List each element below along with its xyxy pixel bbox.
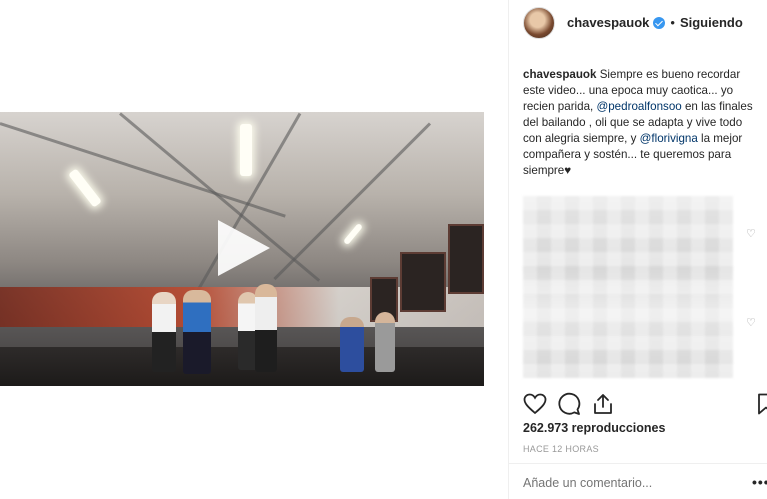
following-button[interactable]: Siguiendo xyxy=(680,15,743,30)
mention-link[interactable]: @florivigna xyxy=(640,132,698,145)
separator-dot: • xyxy=(670,15,675,30)
dancer-figure xyxy=(152,292,176,372)
heart-icon[interactable] xyxy=(523,392,547,416)
post-sidebar: chavespauok • Siguiendo chavespauok Siem… xyxy=(508,0,767,499)
post-actions xyxy=(523,392,767,418)
bookmark-icon[interactable] xyxy=(754,392,767,416)
post-timestamp[interactable]: HACE 12 HORAS xyxy=(523,444,599,454)
share-icon[interactable] xyxy=(591,392,615,416)
ceiling-light xyxy=(68,168,102,208)
caption-username-link[interactable]: chavespauok xyxy=(523,68,596,81)
play-icon[interactable] xyxy=(218,220,270,276)
post-header: chavespauok • Siguiendo xyxy=(509,0,767,45)
more-options-icon[interactable]: ••• xyxy=(752,475,767,489)
comment-like-icon[interactable]: ♡ xyxy=(746,318,756,329)
bystander-figure xyxy=(375,312,395,372)
mention-link[interactable]: @pedroalfonsoo xyxy=(596,100,681,113)
post-caption: chavespauok Siempre es bueno recordar es… xyxy=(523,67,759,179)
dancer-figure xyxy=(183,290,211,374)
avatar[interactable] xyxy=(523,6,555,39)
wall-banner xyxy=(448,224,484,294)
post-media-area xyxy=(0,0,508,499)
username-link[interactable]: chavespauok xyxy=(567,15,649,30)
bystander-figure xyxy=(340,317,364,372)
blurred-comments xyxy=(523,196,733,378)
comment-input[interactable] xyxy=(523,476,703,490)
ceiling-light xyxy=(240,124,252,176)
dancer-figure xyxy=(255,284,277,372)
divider xyxy=(509,463,767,464)
view-count[interactable]: 262.973 reproducciones xyxy=(523,421,665,435)
comment-icon[interactable] xyxy=(557,392,581,416)
wall-banner xyxy=(400,252,446,312)
ceiling-light xyxy=(342,222,364,246)
comment-like-icon[interactable]: ♡ xyxy=(746,229,756,240)
video-player[interactable] xyxy=(0,112,484,386)
verified-badge-icon xyxy=(653,16,666,29)
